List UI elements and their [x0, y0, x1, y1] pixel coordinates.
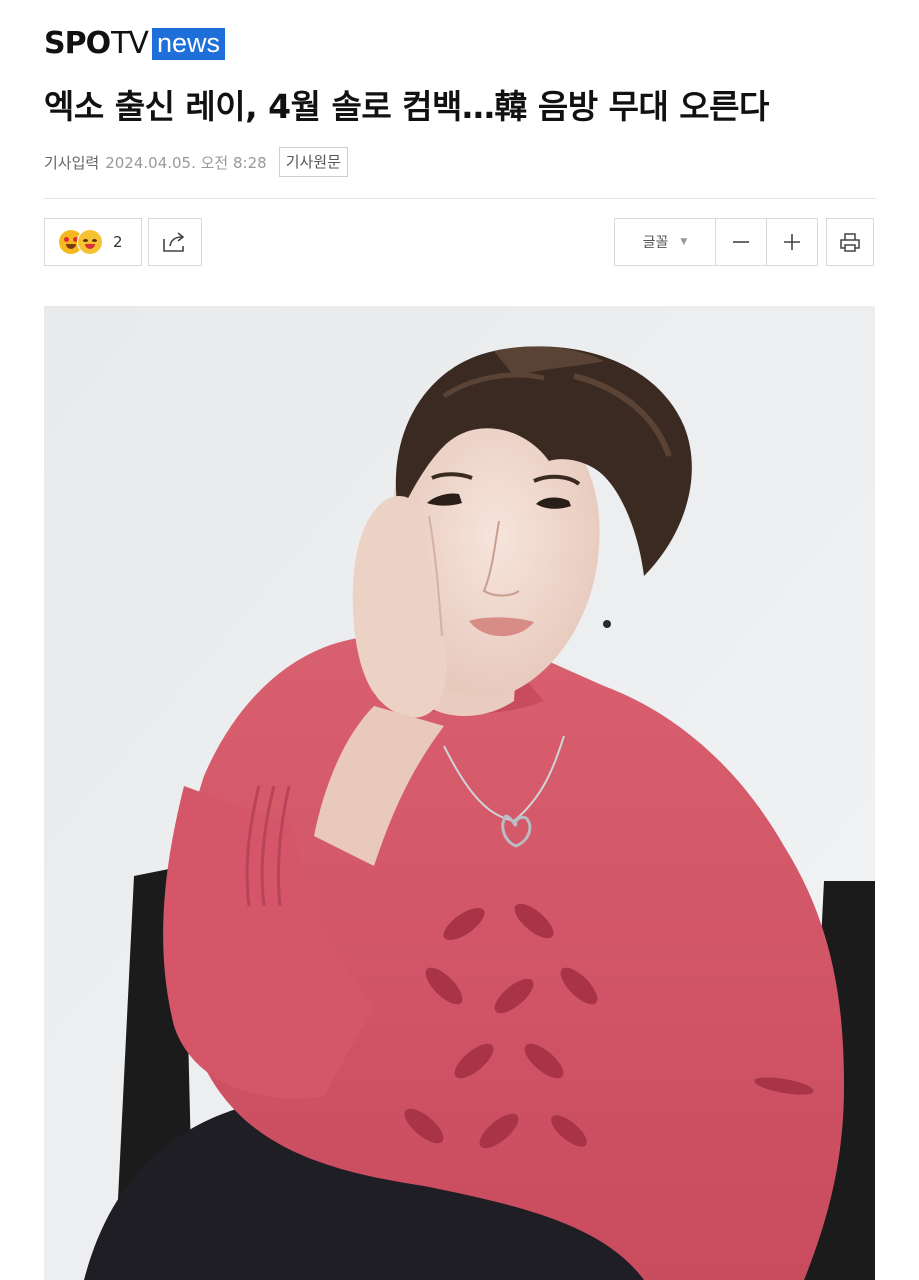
plus-icon	[783, 234, 800, 250]
spotv-news-logo[interactable]: SPO TV news	[44, 26, 225, 62]
person-portrait-image	[44, 306, 875, 1280]
share-icon	[163, 232, 185, 252]
article-meta: 기사입력 2024.04.05. 오전 8:28 기사원문	[44, 146, 348, 178]
print-button[interactable]	[826, 218, 874, 266]
header-divider	[44, 198, 876, 199]
font-select[interactable]: 글꼴 ▼	[615, 219, 716, 265]
print-icon	[840, 233, 860, 252]
input-label: 기사입력	[44, 153, 100, 172]
chevron-down-icon: ▼	[680, 237, 688, 247]
article-page: SPO TV news 엑소 출신 레이, 4월 솔로 컴백…韓 음방 무대 오…	[0, 0, 919, 1280]
share-button[interactable]	[148, 218, 202, 266]
increase-font-button[interactable]	[767, 219, 818, 265]
logo-tv: TV	[111, 26, 149, 61]
logo-news: news	[151, 28, 225, 60]
font-label: 글꼴	[642, 235, 669, 251]
minus-icon	[732, 241, 749, 243]
article-headline: 엑소 출신 레이, 4월 솔로 컴백…韓 음방 무대 오른다	[44, 87, 769, 126]
font-controls: 글꼴 ▼	[614, 218, 818, 266]
publish-date: 2024.04.05. 오전 8:28	[105, 153, 267, 172]
reaction-button[interactable]: 2	[44, 218, 142, 266]
smiling-emoji-icon	[77, 229, 103, 255]
article-photo	[44, 306, 875, 1280]
original-article-button[interactable]: 기사원문	[278, 147, 348, 177]
logo-spo: SPO	[44, 26, 111, 61]
decrease-font-button[interactable]	[716, 219, 767, 265]
reaction-count: 2	[113, 233, 123, 251]
